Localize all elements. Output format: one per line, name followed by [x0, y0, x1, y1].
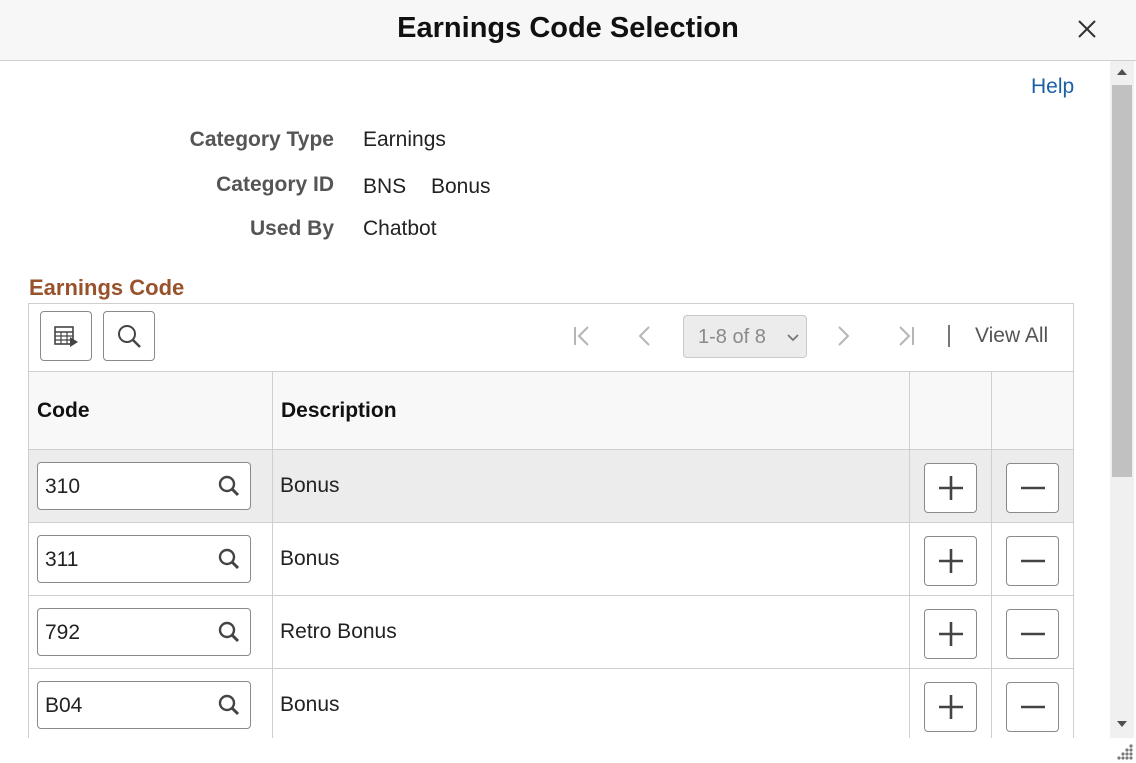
- minus-icon: [1020, 475, 1046, 501]
- plus-icon: [938, 694, 964, 720]
- code-input[interactable]: 311: [37, 535, 251, 583]
- page-selector[interactable]: 1-8 of 8: [683, 315, 807, 358]
- column-header-description-label: Description: [281, 399, 397, 423]
- column-header-code[interactable]: Code: [29, 371, 272, 450]
- used-by-value: Chatbot: [363, 217, 437, 241]
- column-divider: [909, 371, 910, 738]
- category-id-label: Category ID: [29, 173, 334, 197]
- search-icon[interactable]: [218, 621, 240, 643]
- scroll-up-icon[interactable]: [1116, 67, 1128, 77]
- used-by-label: Used By: [29, 217, 334, 241]
- code-input[interactable]: 310: [37, 462, 251, 510]
- code-value: 311: [45, 548, 78, 571]
- table-row[interactable]: 311 Bonus: [29, 523, 1073, 596]
- search-icon[interactable]: [218, 694, 240, 716]
- category-id-value: BNS: [363, 175, 406, 199]
- category-type-label: Category Type: [29, 128, 334, 152]
- plus-icon: [938, 475, 964, 501]
- search-icon[interactable]: [218, 548, 240, 570]
- column-header-delete: [991, 371, 1073, 450]
- add-row-button[interactable]: [924, 609, 977, 659]
- minus-icon: [1020, 621, 1046, 647]
- code-value: B04: [45, 694, 82, 717]
- description-text: Retro Bonus: [280, 620, 397, 644]
- vertical-scrollbar[interactable]: [1110, 61, 1134, 738]
- plus-icon: [938, 621, 964, 647]
- minus-icon: [1020, 548, 1046, 574]
- previous-page-icon[interactable]: [631, 322, 659, 350]
- earnings-code-grid: 1-8 of 8 View All Code Description 310: [28, 303, 1074, 738]
- page-range: 1-8 of 8: [698, 326, 766, 348]
- first-page-icon[interactable]: [569, 322, 597, 350]
- grid-title: Earnings Code: [29, 275, 184, 301]
- column-header-description[interactable]: Description: [272, 371, 909, 450]
- description-text: Bonus: [280, 474, 340, 498]
- code-value: 310: [45, 475, 80, 498]
- code-input[interactable]: B04: [37, 681, 251, 729]
- table-row[interactable]: B04 Bonus: [29, 669, 1073, 738]
- description-text: Bonus: [280, 547, 340, 571]
- scrollbar-thumb[interactable]: [1112, 85, 1132, 477]
- grid-settings-icon: [53, 324, 79, 348]
- modal-content: Help Category Type Earnings Category ID …: [0, 61, 1108, 738]
- table-row[interactable]: 310 Bonus: [29, 450, 1073, 523]
- search-icon: [116, 323, 142, 349]
- column-header-add: [909, 371, 991, 450]
- column-divider: [272, 371, 273, 738]
- personalize-grid-button[interactable]: [40, 311, 92, 361]
- delete-row-button[interactable]: [1006, 536, 1059, 586]
- delete-row-button[interactable]: [1006, 682, 1059, 732]
- column-header-code-label: Code: [37, 399, 90, 423]
- next-page-icon[interactable]: [829, 322, 857, 350]
- grid-search-button[interactable]: [103, 311, 155, 361]
- delete-row-button[interactable]: [1006, 609, 1059, 659]
- modal-titlebar: Earnings Code Selection: [0, 0, 1136, 61]
- plus-icon: [938, 548, 964, 574]
- table-row[interactable]: 792 Retro Bonus: [29, 596, 1073, 669]
- scroll-down-icon[interactable]: [1116, 719, 1128, 729]
- help-link[interactable]: Help: [1031, 75, 1074, 99]
- chevron-down-icon: [786, 333, 800, 343]
- code-value: 792: [45, 621, 80, 644]
- delete-row-button[interactable]: [1006, 463, 1059, 513]
- last-page-icon[interactable]: [891, 322, 919, 350]
- pager-divider: [948, 325, 950, 347]
- search-icon[interactable]: [218, 475, 240, 497]
- modal-title: Earnings Code Selection: [0, 12, 1136, 45]
- category-id-description: Bonus: [431, 175, 491, 199]
- minus-icon: [1020, 694, 1046, 720]
- view-all-link[interactable]: View All: [975, 324, 1048, 348]
- resize-handle-icon[interactable]: [1114, 741, 1134, 761]
- add-row-button[interactable]: [924, 682, 977, 732]
- code-input[interactable]: 792: [37, 608, 251, 656]
- description-text: Bonus: [280, 693, 340, 717]
- add-row-button[interactable]: [924, 536, 977, 586]
- category-type-value: Earnings: [363, 128, 446, 152]
- close-icon[interactable]: [1074, 16, 1100, 42]
- add-row-button[interactable]: [924, 463, 977, 513]
- column-divider: [991, 371, 992, 738]
